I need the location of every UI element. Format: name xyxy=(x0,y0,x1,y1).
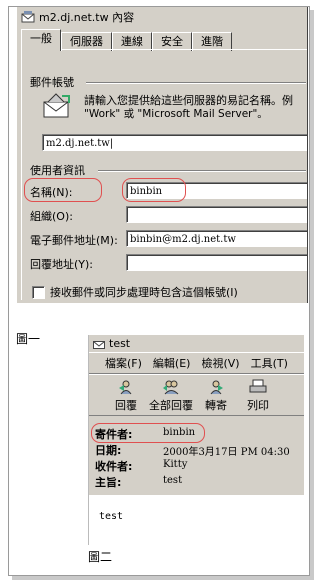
include-account-checkbox[interactable] xyxy=(32,286,45,299)
menu-file[interactable]: 檔案(F) xyxy=(99,355,147,371)
dialog-title: m2.dj.net.tw 內容 xyxy=(39,11,135,24)
highlight-oval xyxy=(122,178,186,202)
include-account-label: 接收郵件或同步處理時包含這個帳號(I) xyxy=(50,286,238,299)
reply-button[interactable]: 回覆 xyxy=(109,379,143,413)
menu-edit[interactable]: 編輯(E) xyxy=(147,355,196,371)
account-properties-dialog: m2.dj.net.tw 內容 一般 伺服器 連線 安全 進階 郵件帳號 請輸入… xyxy=(17,7,308,303)
account-description-line2: "Work" 或 "Microsoft Mail Server"。 xyxy=(84,108,268,120)
toolbar: 回覆 全部回覆 轉寄 列印 xyxy=(89,374,304,416)
reply-address-input[interactable] xyxy=(126,254,307,271)
tab-general[interactable]: 一般 xyxy=(21,29,61,51)
organization-input[interactable] xyxy=(126,206,307,223)
mail-envelope-icon xyxy=(42,92,72,124)
message-body-text: test xyxy=(99,511,124,522)
reply-all-label: 全部回覆 xyxy=(149,399,193,412)
message-title: test xyxy=(109,337,131,350)
group-divider xyxy=(86,82,306,84)
from-value: binbin xyxy=(163,427,196,438)
message-window: test 檔案(F) 編輯(E) 檢視(V) 工具(T) 回覆 全部回覆 轉寄 … xyxy=(88,335,304,545)
to-value: Kitty xyxy=(163,459,188,470)
menu-tools[interactable]: 工具(T) xyxy=(245,355,293,371)
group-divider xyxy=(98,170,306,172)
account-name-input[interactable]: m2.dj.net.tw| xyxy=(42,134,307,151)
message-icon xyxy=(93,339,105,349)
from-label: 寄件者: xyxy=(95,428,133,441)
reply-all-icon xyxy=(163,380,179,395)
figure-1-caption: 圖一 xyxy=(16,332,41,346)
forward-button[interactable]: 轉寄 xyxy=(199,379,233,413)
subject-value: test xyxy=(163,475,183,486)
mail-account-icon xyxy=(21,11,35,23)
to-label: 收件者: xyxy=(95,460,133,473)
forward-label: 轉寄 xyxy=(205,399,227,412)
date-value: 2000年3月17日 PM 04:30 xyxy=(163,447,290,458)
reply-all-button[interactable]: 全部回覆 xyxy=(143,379,199,413)
reply-icon xyxy=(119,380,132,395)
user-info-group-label: 使用者資訊 xyxy=(30,164,85,177)
menu-view[interactable]: 檢視(V) xyxy=(195,355,244,371)
forward-icon xyxy=(210,380,223,395)
email-label: 電子郵件地址(M): xyxy=(30,234,118,247)
reply-address-label: 回覆地址(Y): xyxy=(30,258,94,271)
email-input[interactable]: binbin@m2.dj.net.tw xyxy=(126,230,307,247)
message-header: 寄件者: binbin 日期: 2000年3月17日 PM 04:30 收件者:… xyxy=(89,416,304,497)
dialog-title-bar: m2.dj.net.tw 內容 xyxy=(17,7,307,27)
print-button[interactable]: 列印 xyxy=(241,379,275,413)
subject-label: 主旨: xyxy=(95,476,122,489)
figure-2-caption: 圖二 xyxy=(88,550,113,564)
print-label: 列印 xyxy=(247,399,269,412)
message-title-bar: test xyxy=(89,335,304,353)
account-group-label: 郵件帳號 xyxy=(30,76,74,89)
date-label: 日期: xyxy=(95,444,122,457)
printer-icon xyxy=(249,379,267,393)
general-tab-panel: 郵件帳號 請輸入您提供給這些伺服器的易記名稱。例 "Work" 或 "Micro… xyxy=(21,49,307,300)
organization-label: 組織(O): xyxy=(30,210,73,223)
reply-label: 回覆 xyxy=(115,399,137,412)
menu-bar: 檔案(F) 編輯(E) 檢視(V) 工具(T) xyxy=(89,353,304,374)
message-body[interactable]: test xyxy=(89,495,304,543)
tab-strip: 一般 伺服器 連線 安全 進階 xyxy=(21,29,232,51)
name-label: 名稱(N): xyxy=(30,186,73,199)
